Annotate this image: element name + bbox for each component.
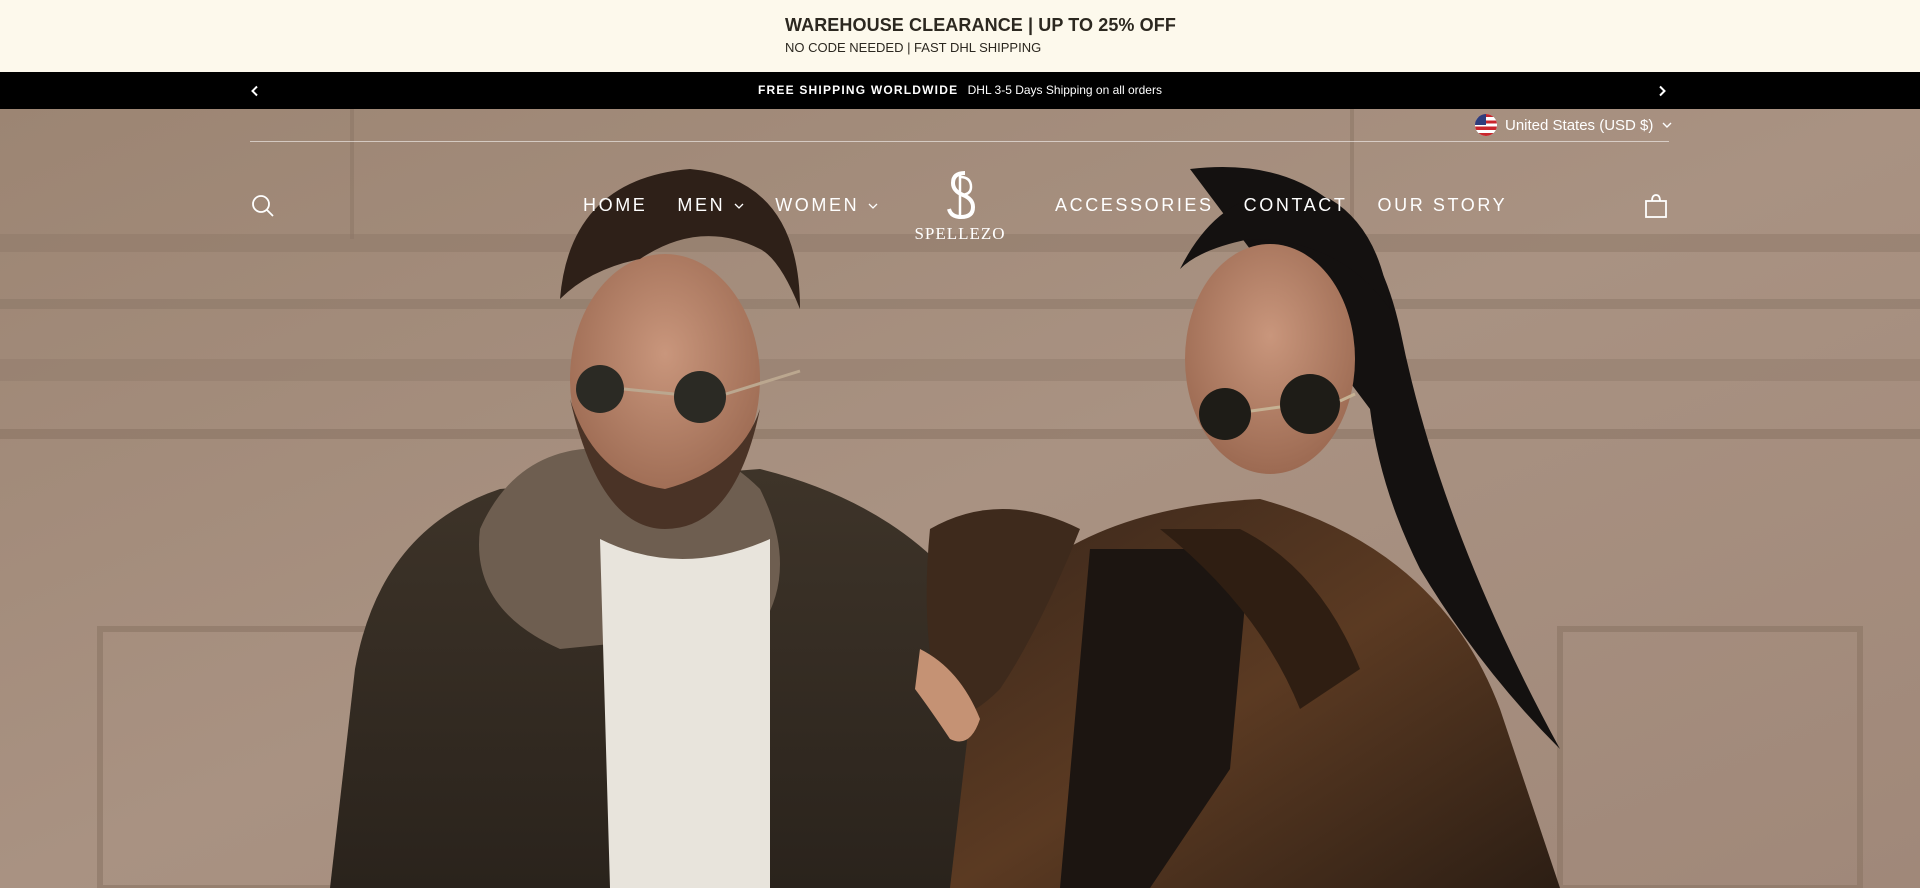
announcement-bold-text: FREE SHIPPING WORLDWIDE [758, 83, 959, 97]
nav-item-accessories[interactable]: ACCESSORIES [1055, 195, 1214, 216]
logo-monogram-icon [947, 171, 976, 220]
site-header: United States (USD $) HOME MEN WOMEN SPE… [0, 109, 1920, 259]
announcement-detail-text: DHL 3-5 Days Shipping on all orders [967, 83, 1162, 97]
header-divider [250, 141, 1669, 142]
announcement-next-button[interactable] [1651, 80, 1673, 102]
site-logo[interactable]: SPELLEZO [905, 169, 1015, 249]
currency-selector[interactable]: United States (USD $) [1475, 113, 1673, 137]
chevron-right-icon [1659, 85, 1666, 97]
nav-item-label: HOME [583, 195, 648, 215]
nav-item-women[interactable]: WOMEN [775, 195, 879, 216]
nav-item-contact[interactable]: CONTACT [1244, 195, 1348, 216]
nav-item-our-story[interactable]: OUR STORY [1378, 195, 1508, 216]
nav-item-label: WOMEN [775, 195, 860, 215]
announcement-text: FREE SHIPPING WORLDWIDE DHL 3-5 Days Shi… [0, 83, 1920, 97]
promo-banner: WAREHOUSE CLEARANCE | UP TO 25% OFF NO C… [0, 0, 1920, 72]
nav-item-home[interactable]: HOME [583, 195, 647, 216]
promo-content: WAREHOUSE CLEARANCE | UP TO 25% OFF NO C… [785, 15, 1176, 55]
chevron-down-icon [734, 203, 744, 209]
currency-label: United States (USD $) [1505, 116, 1654, 134]
logo-wordmark: SPELLEZO [914, 224, 1006, 243]
cart-button[interactable] [1643, 193, 1669, 219]
search-icon [252, 195, 274, 217]
search-button[interactable] [250, 193, 276, 219]
primary-nav-left: HOME MEN WOMEN [583, 195, 909, 216]
promo-subtitle: NO CODE NEEDED | FAST DHL SHIPPING [785, 40, 1042, 55]
us-flag-icon [1475, 114, 1497, 136]
nav-item-label: CONTACT [1243, 195, 1348, 215]
chevron-down-icon [868, 203, 878, 209]
primary-nav-right: ACCESSORIES CONTACT OUR STORY [1055, 195, 1537, 216]
shopping-bag-icon [1645, 194, 1667, 218]
promo-title: WAREHOUSE CLEARANCE | UP TO 25% OFF [785, 15, 1176, 35]
nav-item-label: MEN [677, 195, 726, 215]
nav-item-label: OUR STORY [1377, 195, 1508, 215]
chevron-down-icon [1662, 122, 1672, 128]
nav-item-men[interactable]: MEN [677, 195, 745, 216]
announcement-bar: FREE SHIPPING WORLDWIDE DHL 3-5 Days Shi… [0, 72, 1920, 109]
nav-item-label: ACCESSORIES [1055, 195, 1214, 215]
